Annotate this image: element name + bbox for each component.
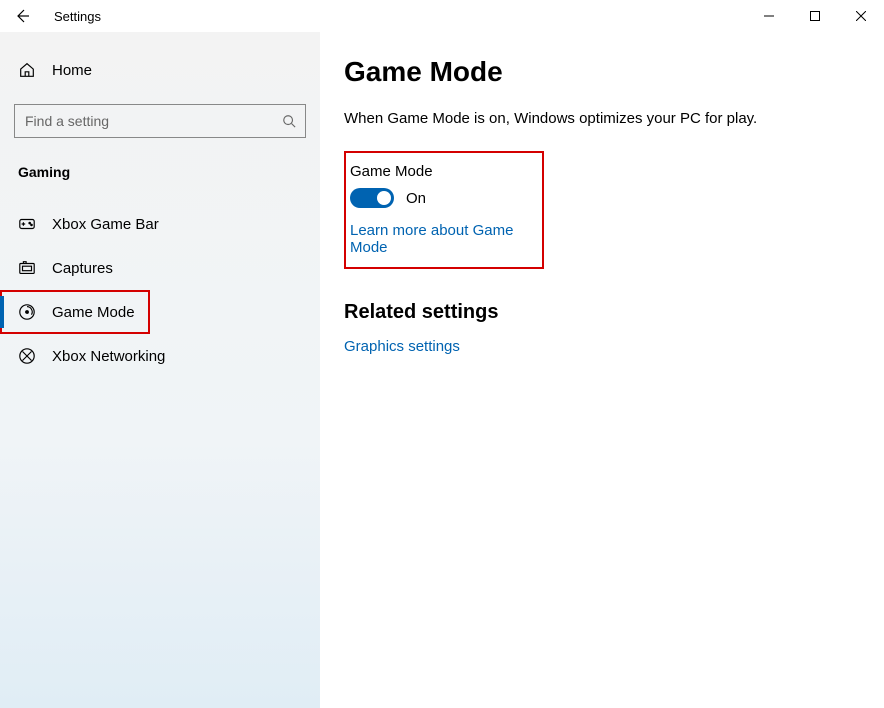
home-icon (18, 61, 36, 79)
page-description: When Game Mode is on, Windows optimizes … (344, 110, 844, 127)
home-nav[interactable]: Home (0, 50, 320, 90)
maximize-icon (810, 11, 820, 21)
nav-label: Game Mode (52, 304, 135, 321)
graphics-settings-link[interactable]: Graphics settings (344, 338, 460, 355)
title-bar: Settings (0, 0, 884, 32)
arrow-left-icon (14, 8, 30, 24)
nav-label: Xbox Game Bar (52, 216, 159, 233)
minimize-icon (764, 11, 774, 21)
close-icon (856, 11, 866, 21)
nav-label: Captures (52, 260, 113, 277)
window-controls (746, 0, 884, 32)
close-button[interactable] (838, 0, 884, 32)
toggle-row: On (350, 188, 530, 208)
home-label: Home (52, 62, 92, 79)
captures-icon (18, 259, 36, 277)
game-mode-toggle[interactable] (350, 188, 394, 208)
main-content: Game Mode When Game Mode is on, Windows … (320, 32, 884, 708)
search-input[interactable] (14, 104, 306, 138)
window-title: Settings (44, 9, 101, 24)
game-mode-icon (18, 303, 36, 321)
back-button[interactable] (0, 0, 44, 32)
nav-item-game-mode[interactable]: Game Mode (0, 290, 150, 334)
category-label: Gaming (0, 154, 320, 202)
sidebar: Home Gaming Xbox Game Bar (0, 32, 320, 708)
minimize-button[interactable] (746, 0, 792, 32)
related-settings-heading: Related settings (344, 301, 844, 324)
search-container (14, 104, 306, 138)
game-bar-icon (18, 215, 36, 233)
nav-item-xbox-game-bar[interactable]: Xbox Game Bar (0, 202, 320, 246)
nav-item-xbox-networking[interactable]: Xbox Networking (0, 334, 320, 378)
learn-more-link[interactable]: Learn more about Game Mode (350, 222, 530, 256)
game-mode-section: Game Mode On Learn more about Game Mode (344, 151, 544, 269)
maximize-button[interactable] (792, 0, 838, 32)
nav-item-captures[interactable]: Captures (0, 246, 320, 290)
nav-label: Xbox Networking (52, 348, 165, 365)
toggle-state-text: On (406, 190, 426, 207)
toggle-label: Game Mode (350, 163, 530, 180)
xbox-networking-icon (18, 347, 36, 365)
page-title: Game Mode (344, 56, 844, 88)
